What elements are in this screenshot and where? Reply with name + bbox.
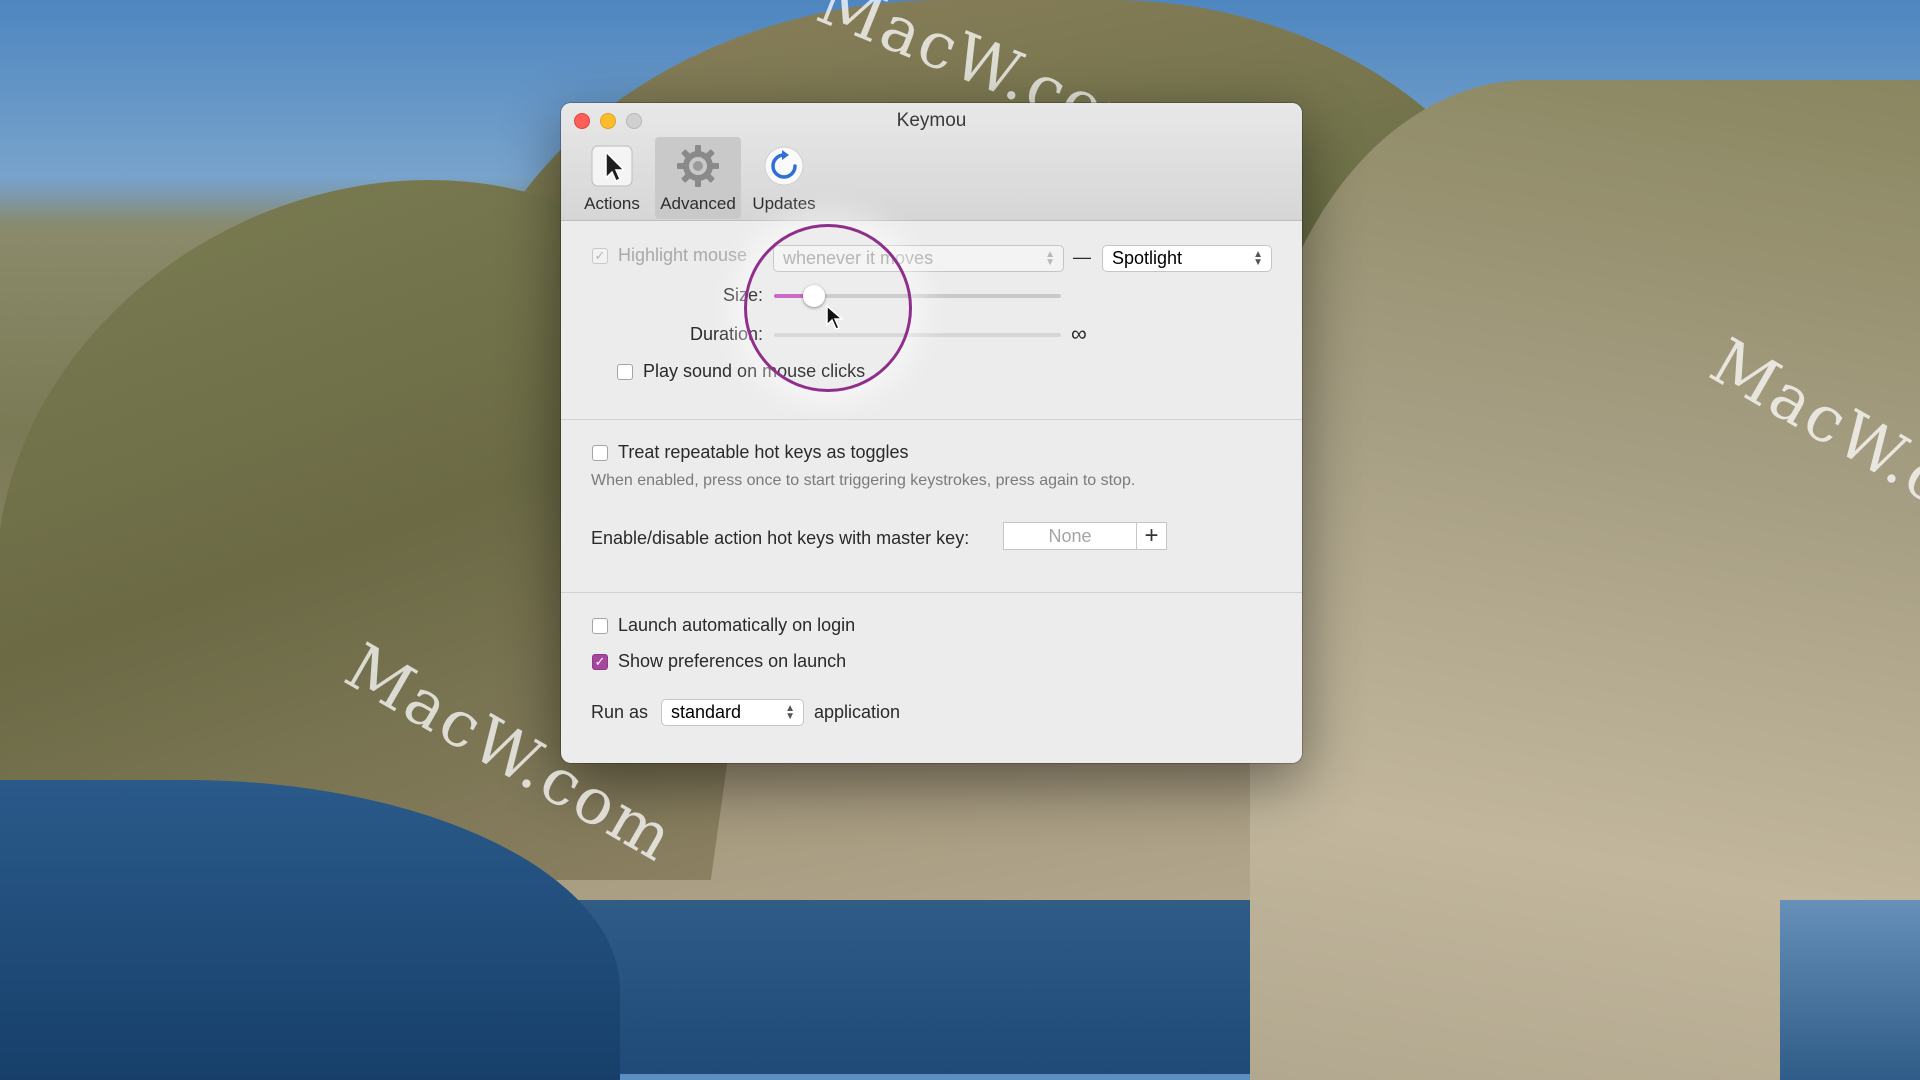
play-sound-checkbox[interactable]: [617, 363, 633, 380]
updown-arrows-icon: ▲ ▼: [1253, 248, 1263, 268]
launch-row: Launch automatically on login: [592, 615, 855, 636]
updown-arrows-icon: ▲ ▼: [785, 702, 795, 722]
toggle-hotkeys-checkbox[interactable]: [592, 444, 608, 461]
highlight-section: ✓ Highlight mouse whenever it moves ▲ ▼ —…: [561, 221, 1302, 420]
updown-arrows-icon: ▲ ▼: [1045, 248, 1055, 268]
launch-on-login-label: Launch automatically on login: [618, 615, 856, 635]
launch-on-login-checkbox[interactable]: [592, 617, 608, 634]
mouse-cursor-icon: [826, 305, 844, 330]
hotkeys-section: Treat repeatable hot keys as toggles Whe…: [561, 420, 1302, 593]
tab-updates[interactable]: Updates: [741, 137, 827, 219]
infinity-symbol: ∞: [1071, 321, 1087, 346]
show-prefs-row: ✓ Show preferences on launch: [592, 651, 846, 672]
master-key-label: Enable/disable action hot keys with mast…: [591, 528, 970, 548]
tab-advanced[interactable]: Advanced: [655, 137, 741, 219]
highlight-mouse-checkbox[interactable]: ✓: [592, 247, 608, 264]
run-as-suffix: application: [814, 702, 901, 722]
toggle-description: When enabled, press once to start trigge…: [591, 472, 1136, 489]
highlight-style-popup[interactable]: Spotlight ▲ ▼: [1102, 245, 1272, 272]
tab-updates-label: Updates: [752, 194, 816, 213]
ocean-right: [1780, 900, 1920, 1080]
gear-icon: [675, 143, 721, 189]
highlight-mouse-row: ✓ Highlight mouse: [592, 245, 747, 266]
arrow-cursor-icon: [589, 143, 635, 189]
run-as-popup[interactable]: standard ▲ ▼: [661, 699, 804, 726]
titlebar: Keymou Actions Advanced Updates: [561, 103, 1302, 221]
tab-actions[interactable]: Actions: [569, 137, 655, 219]
general-section: Launch automatically on login ✓ Show pre…: [561, 593, 1302, 763]
duration-label: Duration:: [689, 324, 763, 344]
refresh-icon: [761, 143, 807, 189]
highlight-style-value: Spotlight: [1112, 248, 1183, 268]
show-prefs-label: Show preferences on launch: [618, 651, 847, 671]
tab-advanced-label: Advanced: [660, 194, 736, 213]
show-prefs-checkbox[interactable]: ✓: [592, 653, 608, 670]
tab-actions-label: Actions: [584, 194, 640, 213]
size-label: Size:: [722, 285, 763, 305]
preferences-toolbar: Actions Advanced Updates: [569, 137, 827, 219]
preferences-window: Keymou Actions Advanced Updates ✓ Highli…: [561, 103, 1302, 763]
run-as-prefix: Run as: [591, 702, 649, 722]
run-as-value: standard: [671, 702, 742, 722]
master-key-control: None +: [1003, 522, 1167, 550]
window-title: Keymou: [896, 110, 967, 131]
toggle-hotkeys-label: Treat repeatable hot keys as toggles: [618, 442, 909, 462]
add-master-key-button[interactable]: +: [1137, 522, 1167, 550]
toggle-row: Treat repeatable hot keys as toggles: [592, 442, 909, 463]
master-key-field[interactable]: None: [1003, 522, 1137, 550]
highlight-mouse-label: Highlight mouse: [618, 245, 748, 265]
dash-separator: —: [1073, 247, 1091, 267]
